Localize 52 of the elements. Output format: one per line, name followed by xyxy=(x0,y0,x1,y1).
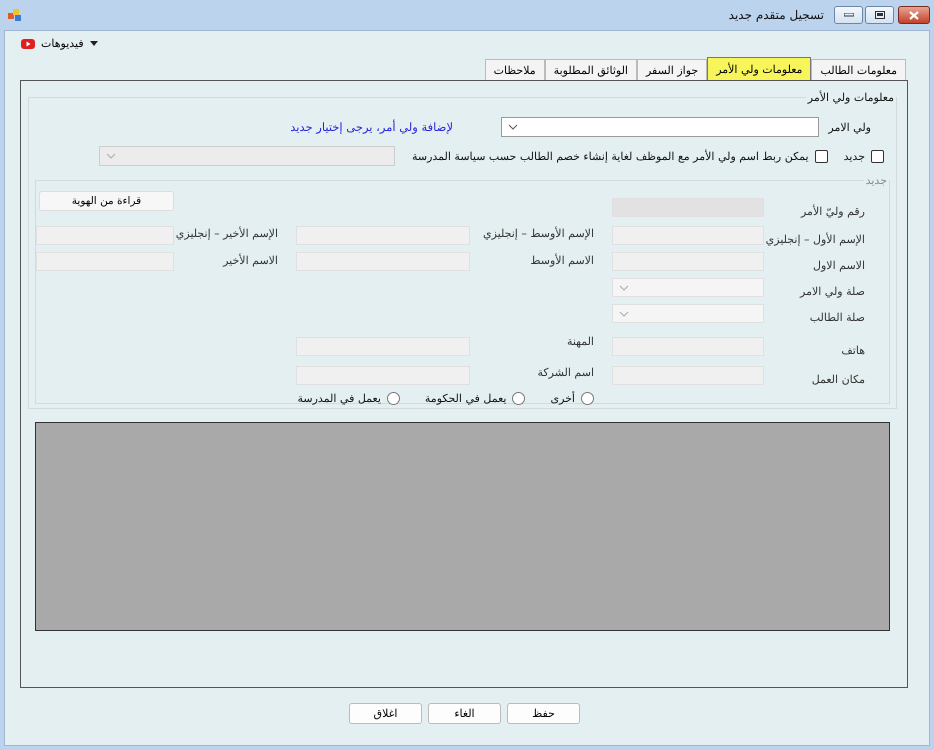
field-label: الإسم الأخير – إنجليزي xyxy=(174,226,279,242)
field-label: الاسم الأوسط xyxy=(529,252,595,269)
minimize-button[interactable] xyxy=(834,6,863,24)
tab[interactable]: معلومات الطالب xyxy=(811,59,906,80)
maximize-button[interactable] xyxy=(865,6,894,24)
maximize-icon xyxy=(874,11,884,19)
work-radio[interactable]: أخرى xyxy=(550,392,594,405)
new-checkbox[interactable]: جديد xyxy=(844,150,884,162)
form-button[interactable]: اغلاق xyxy=(349,703,422,724)
guardian-dropdown[interactable] xyxy=(501,117,819,137)
app-icon xyxy=(8,8,22,22)
group-title: معلومات ولي الأمر xyxy=(806,91,895,104)
tab[interactable]: الوثائق المطلوبة xyxy=(544,59,637,80)
video-play-icon xyxy=(21,38,35,48)
employee-dropdown[interactable] xyxy=(98,146,395,166)
dropdown[interactable] xyxy=(612,304,764,323)
form-button[interactable]: حفظ xyxy=(507,703,580,724)
tab[interactable]: ملاحظات xyxy=(484,59,545,80)
input-field[interactable] xyxy=(36,252,174,271)
field-label: المهنة xyxy=(566,334,595,350)
chevron-down-icon xyxy=(619,285,629,291)
field-label: الإسم الأوسط – إنجليزي xyxy=(482,226,595,242)
field-label: اسم الشركة xyxy=(536,365,595,381)
close-icon xyxy=(909,10,919,20)
close-button[interactable] xyxy=(898,6,930,24)
work-radio[interactable]: يعمل في المدرسة xyxy=(297,392,400,405)
group-title: جديد xyxy=(864,174,888,187)
tab[interactable]: جواز السفر xyxy=(636,59,708,80)
field-label: مكان العمل xyxy=(810,372,866,388)
window-title: تسجيل متقدم جديد xyxy=(728,8,824,22)
caret-icon xyxy=(90,41,98,46)
tab[interactable]: معلومات ولي الأمر xyxy=(707,57,812,80)
videos-menu[interactable]: فيديوهات xyxy=(19,37,100,50)
field-label: الإسم الأول – إنجليزي xyxy=(764,232,866,248)
minimize-icon xyxy=(844,13,854,17)
field-label: صلة الطالب xyxy=(808,310,866,326)
work-radio[interactable]: يعمل في الحكومة xyxy=(424,392,526,405)
add-guardian-hint: لإضافة ولي أمر، يرجى إختيار جديد xyxy=(290,120,453,134)
field-label: الاسم الأخير xyxy=(222,252,279,269)
read-id-button[interactable]: قراءة من الهوية xyxy=(39,191,174,211)
dropdown[interactable] xyxy=(612,278,764,297)
input-field[interactable] xyxy=(36,226,174,245)
field-label: رقم وليّ الأمر xyxy=(800,204,866,220)
chevron-down-icon xyxy=(508,124,518,130)
link-employee-checkbox[interactable]: يمكن ربط اسم ولي الأمر مع الموظف لغاية إنشاء خصم الطالب حسب سياسة المدرسة xyxy=(412,150,828,162)
chevron-down-icon xyxy=(106,153,116,159)
form-button[interactable]: الغاء xyxy=(428,703,501,724)
field-label: الاسم الاول xyxy=(812,258,866,274)
field-label: صلة ولي الامر xyxy=(798,284,866,300)
field-label: هاتف xyxy=(840,343,866,359)
guardian-label: ولي الامر xyxy=(826,120,871,134)
chevron-down-icon xyxy=(619,311,629,317)
